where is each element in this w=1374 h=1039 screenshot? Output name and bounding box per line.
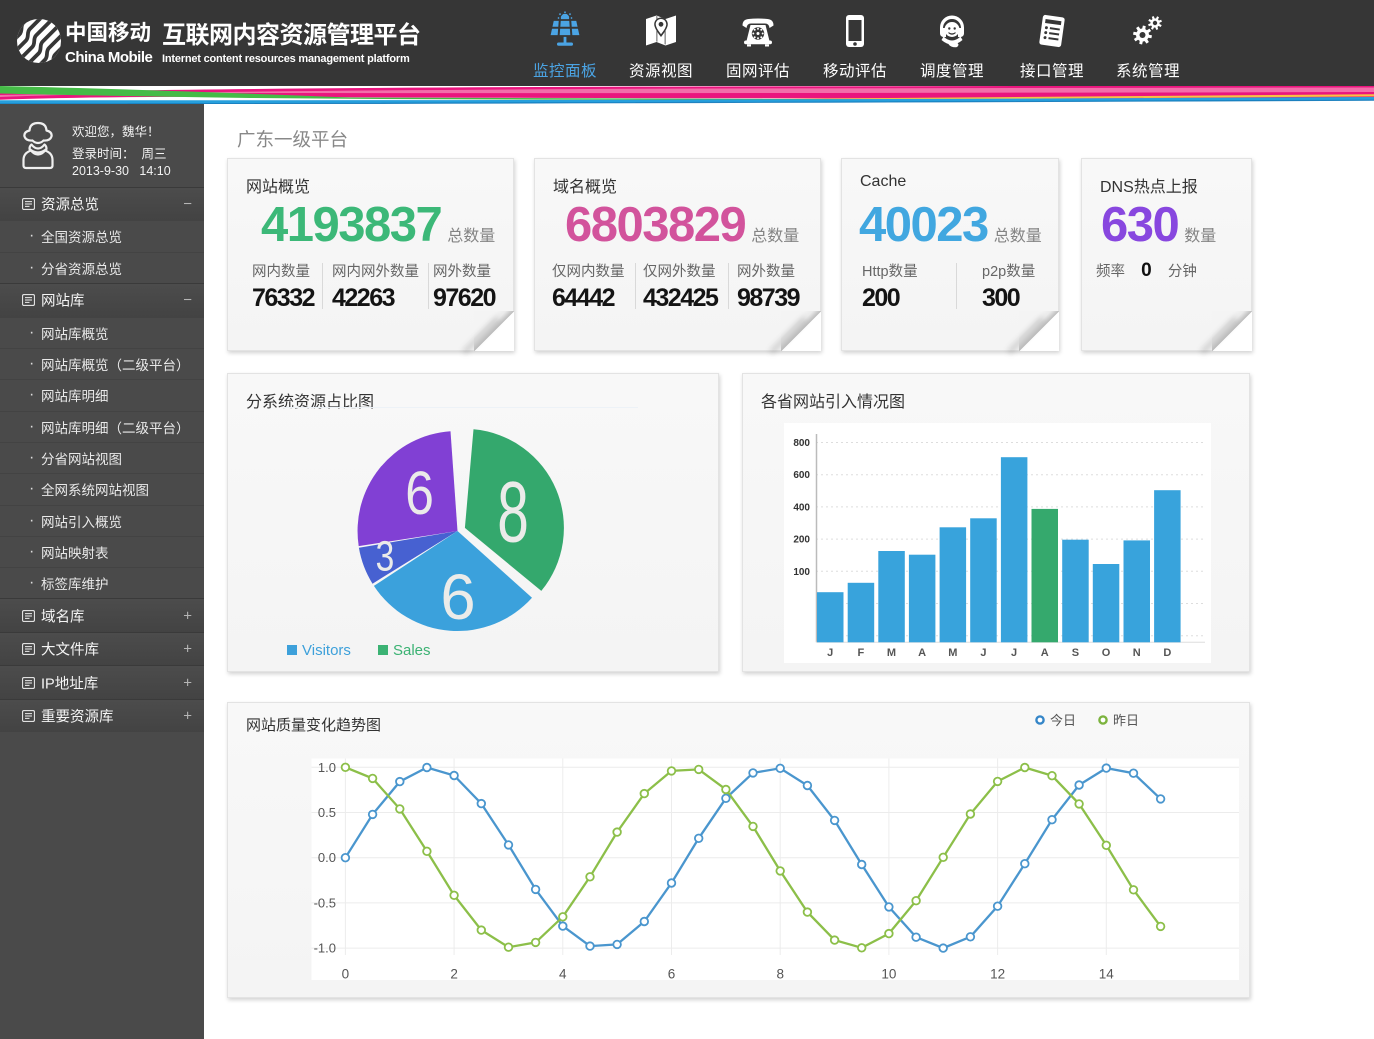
svg-text:8: 8 (776, 967, 784, 982)
svg-text:8: 8 (497, 465, 529, 561)
svg-text:M: M (948, 647, 957, 659)
svg-text:F: F (858, 647, 865, 659)
svg-text:M: M (887, 647, 896, 659)
svg-text:3: 3 (376, 532, 395, 580)
svg-text:600: 600 (793, 470, 810, 481)
svg-text:昨日: 昨日 (1113, 713, 1139, 728)
svg-text:0.5: 0.5 (318, 805, 336, 820)
svg-text:200: 200 (793, 535, 810, 546)
svg-text:D: D (1163, 647, 1171, 659)
svg-text:6: 6 (668, 967, 676, 982)
svg-text:J: J (1011, 647, 1017, 659)
svg-text:J: J (827, 647, 833, 659)
svg-text:O: O (1102, 647, 1111, 659)
svg-text:12: 12 (990, 967, 1005, 982)
svg-text:S: S (1072, 647, 1079, 659)
svg-text:Sales: Sales (393, 642, 431, 659)
svg-text:4: 4 (559, 967, 567, 982)
svg-text:1.0: 1.0 (318, 760, 336, 775)
svg-text:-1.0: -1.0 (314, 941, 336, 956)
svg-text:N: N (1133, 647, 1141, 659)
svg-text:J: J (980, 647, 986, 659)
svg-text:14: 14 (1099, 967, 1115, 982)
svg-text:Visitors: Visitors (302, 642, 351, 659)
svg-text:-0.5: -0.5 (314, 895, 336, 910)
svg-text:400: 400 (793, 502, 810, 513)
svg-text:2: 2 (450, 967, 458, 982)
svg-text:6: 6 (405, 459, 434, 527)
svg-text:10: 10 (881, 967, 896, 982)
svg-text:6: 6 (440, 562, 475, 633)
svg-text:今日: 今日 (1050, 713, 1076, 728)
svg-text:A: A (1041, 647, 1049, 659)
svg-text:A: A (918, 647, 926, 659)
svg-text:800: 800 (793, 438, 810, 449)
svg-text:0.0: 0.0 (318, 850, 336, 865)
svg-text:0: 0 (342, 967, 350, 982)
svg-text:100: 100 (793, 567, 810, 578)
